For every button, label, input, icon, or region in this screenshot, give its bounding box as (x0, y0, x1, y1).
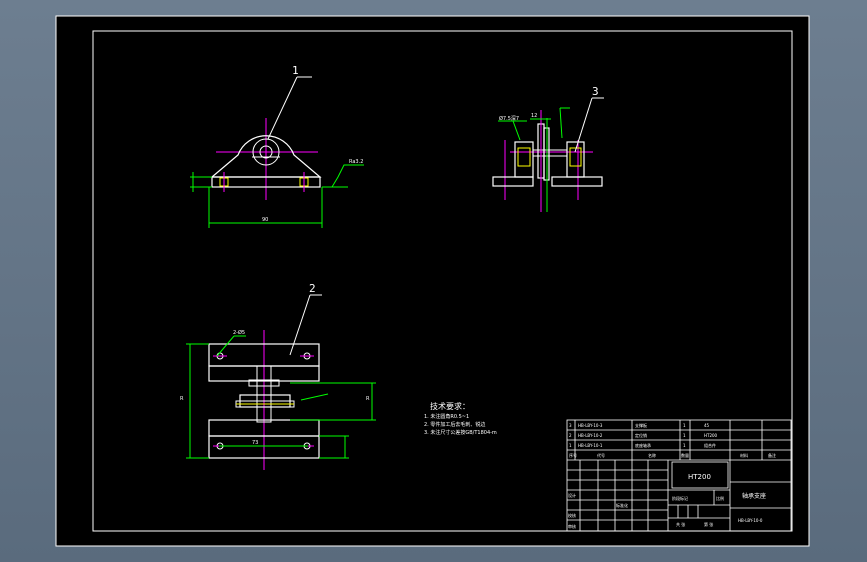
hdr-mat: 材料 (740, 452, 748, 458)
dim-base-width: 90 (262, 217, 268, 223)
hdr-qty: 数量 (681, 452, 689, 458)
part-1-name: 底座轴承 (635, 442, 651, 448)
sign-approve: 审核 (568, 523, 576, 529)
sign-design: 设计 (568, 492, 576, 498)
notes-line-3: 3. 未注尺寸公差按GB/T1804-m (424, 429, 497, 436)
drawing-canvas: 90 Ra3.2 1 12 Ø7.5深7 3 73 R R 2-Ø5 2 技术要… (55, 15, 810, 547)
sign-std: 标准化 (616, 502, 628, 508)
part-2-code: HB-LBY-10-2 (578, 433, 603, 438)
part-2-mat: HT200 (704, 433, 718, 438)
drawing-sheet (55, 15, 810, 547)
part-3-name: 支撑板 (635, 422, 647, 428)
notes-title: 技术要求： (430, 401, 470, 411)
dim-hole-span: 73 (252, 440, 258, 446)
stage-label: 阶段标记 (672, 495, 688, 501)
sheet-label: 第 张 (704, 521, 713, 527)
surface-note: Ra3.2 (349, 159, 363, 165)
sign-check: 校核 (568, 512, 576, 518)
part-3-code: HB-LBY-10-3 (578, 423, 603, 428)
hole-note: 2-Ø5 (233, 329, 245, 336)
hdr-code: 代号 (597, 452, 605, 458)
material-label: HT200 (688, 473, 711, 481)
drawing-number: HB-LBY-10-0 (738, 518, 763, 523)
balloon-1: 1 (292, 64, 299, 77)
side-note-left: Ø7.5深7 (499, 115, 519, 122)
sheets-label: 共 张 (676, 521, 685, 527)
assembly-name: 轴承支座 (742, 492, 766, 500)
part-1-mat: 组合件 (704, 442, 716, 448)
hdr-no: 序号 (569, 452, 577, 458)
part-2-name: 定位销 (635, 432, 647, 438)
notes-line-1: 1. 未注圆角R0.5~1 (424, 413, 469, 420)
balloon-2: 2 (309, 282, 316, 295)
dim-left-height: R (180, 396, 184, 402)
notes-line-2: 2. 零件加工后去毛刺、锐边 (424, 421, 485, 428)
ratio-label: 比例 (716, 495, 724, 501)
part-1-code: HB-LBY-10-1 (578, 443, 603, 448)
part-3-mat: 45 (704, 423, 710, 428)
hdr-note: 备注 (768, 452, 776, 458)
hdr-name: 名称 (648, 452, 656, 458)
dim-right-height: R (366, 396, 370, 402)
balloon-3: 3 (592, 85, 599, 98)
dim-side-gap: 12 (531, 113, 537, 119)
